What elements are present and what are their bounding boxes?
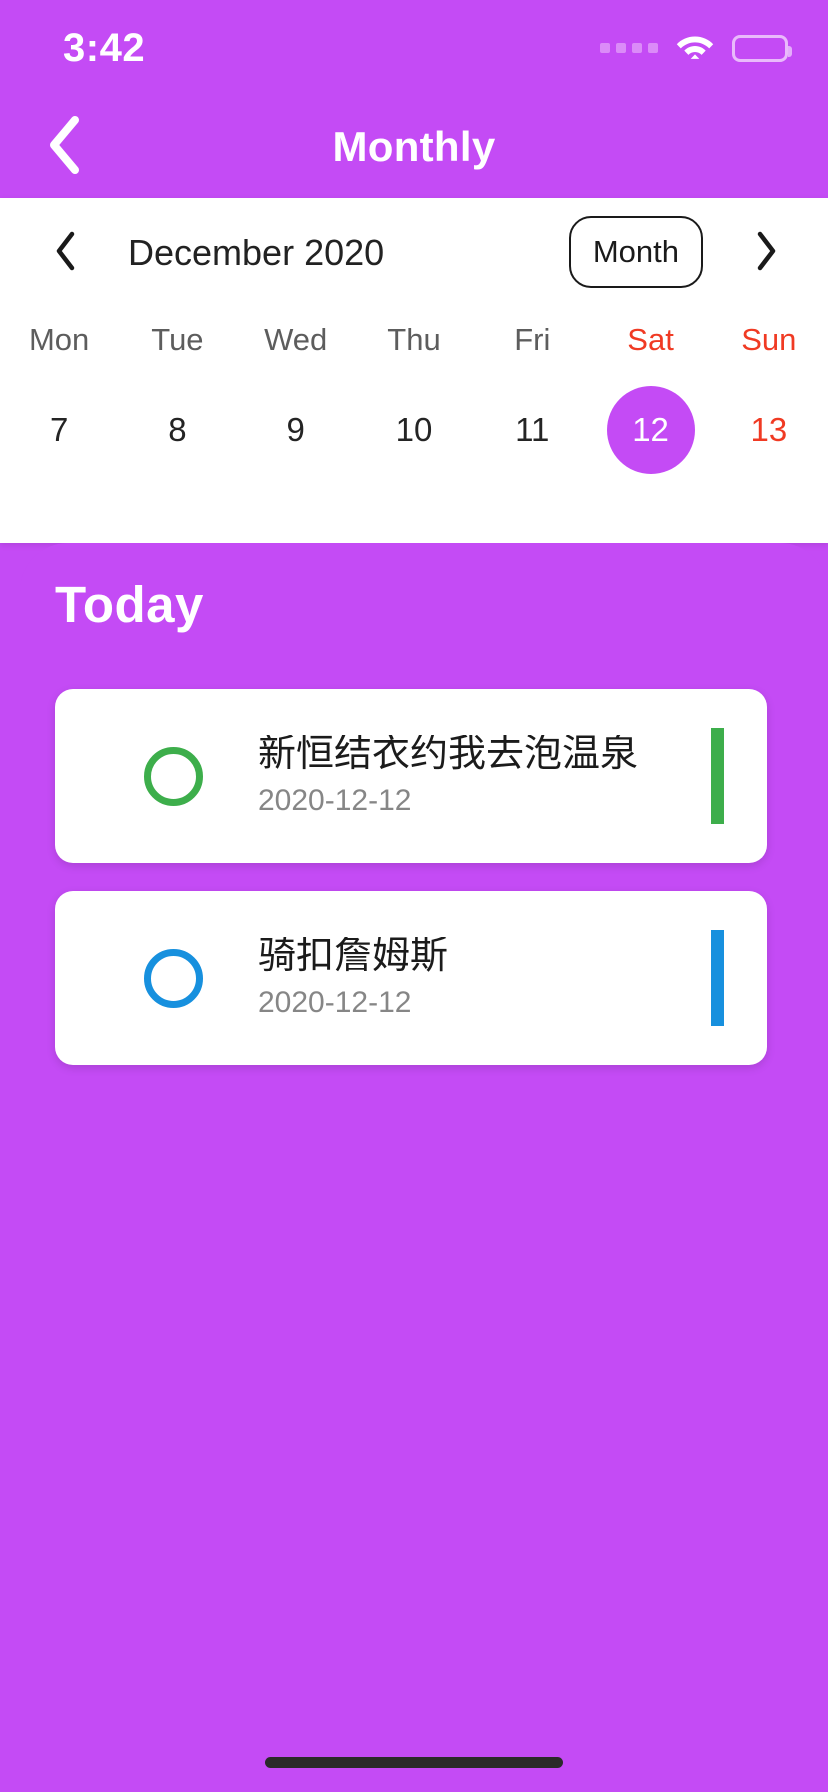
page-title: Monthly (332, 123, 496, 170)
chevron-right-icon (754, 230, 778, 277)
event-card[interactable]: 骑扣詹姆斯 2020-12-12 (55, 891, 767, 1065)
signal-dots-icon (600, 43, 658, 53)
event-date: 2020-12-12 (258, 986, 412, 1020)
event-color-accent (711, 930, 724, 1026)
calendar-day-12[interactable]: 12 (591, 372, 709, 487)
weekday-label-wed: Wed (264, 322, 328, 357)
calendar-day-number: 8 (168, 410, 187, 448)
calendar-day-number: 9 (286, 410, 305, 448)
calendar-day-7[interactable]: 7 (0, 372, 118, 487)
view-mode-toggle[interactable]: Month (568, 216, 703, 288)
status-bar: 3:42 (0, 0, 828, 96)
event-body: 新恒结衣约我去泡温泉 2020-12-12 (258, 735, 711, 816)
calendar-day-10[interactable]: 10 (355, 372, 473, 487)
nav-bar: Monthly (0, 96, 828, 198)
weekday-label-sat: Sat (627, 322, 674, 357)
calendar-panel: December 2020 Month Mon Tue Wed Thu Fri Sat Su… (0, 198, 828, 543)
event-card[interactable]: 新恒结衣约我去泡温泉 2020-12-12 (55, 689, 767, 863)
status-bar-time: 3:42 (63, 26, 146, 70)
circle-outline-icon[interactable] (144, 948, 203, 1008)
date-strip-row: 7 8 9 10 11 12 13 (0, 372, 828, 487)
weekday-label-tue: Tue (151, 322, 204, 357)
event-color-accent (711, 728, 724, 824)
home-indicator (265, 1757, 563, 1768)
weekday-label-fri: Fri (514, 322, 551, 357)
calendar-day-13[interactable]: 13 (710, 372, 828, 487)
status-bar-indicators (600, 28, 792, 68)
calendar-header: December 2020 Month (0, 198, 828, 308)
weekday-label-sun: Sun (741, 322, 797, 357)
event-body: 骑扣詹姆斯 2020-12-12 (258, 937, 711, 1018)
phone-screen: 3:42 Monthly December 2020 Month Mon Tue… (0, 0, 828, 1792)
next-month-button[interactable] (736, 218, 796, 288)
calendar-day-number: 7 (49, 410, 69, 448)
calendar-month-label: December 2020 (128, 232, 385, 273)
event-list: 新恒结衣约我去泡温泉 2020-12-12 骑扣詹姆斯 2020-12-12 (55, 689, 767, 1065)
calendar-day-11[interactable]: 11 (473, 372, 591, 487)
calendar-day-8[interactable]: 8 (118, 372, 236, 487)
today-heading: Today (55, 576, 204, 633)
weekday-label-thu: Thu (387, 322, 441, 357)
calendar-day-number: 11 (515, 410, 550, 448)
today-sheet: Today 新恒结衣约我去泡温泉 2020-12-12 骑扣詹姆斯 2020-12-1… (20, 543, 828, 1792)
calendar-day-number: 12 (606, 385, 695, 474)
event-title: 骑扣詹姆斯 (258, 937, 449, 978)
event-title: 新恒结衣约我去泡温泉 (258, 735, 639, 776)
weekday-header-row: Mon Tue Wed Thu Fri Sat Sun (0, 308, 828, 372)
wifi-icon (675, 31, 715, 66)
event-date: 2020-12-12 (258, 784, 412, 818)
calendar-day-9[interactable]: 9 (237, 372, 355, 487)
battery-icon (732, 34, 792, 62)
chevron-left-icon (54, 230, 78, 277)
weekday-label-mon: Mon (28, 322, 90, 357)
calendar-day-number: 13 (750, 410, 788, 448)
previous-month-button[interactable] (36, 218, 96, 288)
calendar-day-number: 10 (395, 410, 433, 448)
circle-outline-icon[interactable] (144, 746, 203, 806)
